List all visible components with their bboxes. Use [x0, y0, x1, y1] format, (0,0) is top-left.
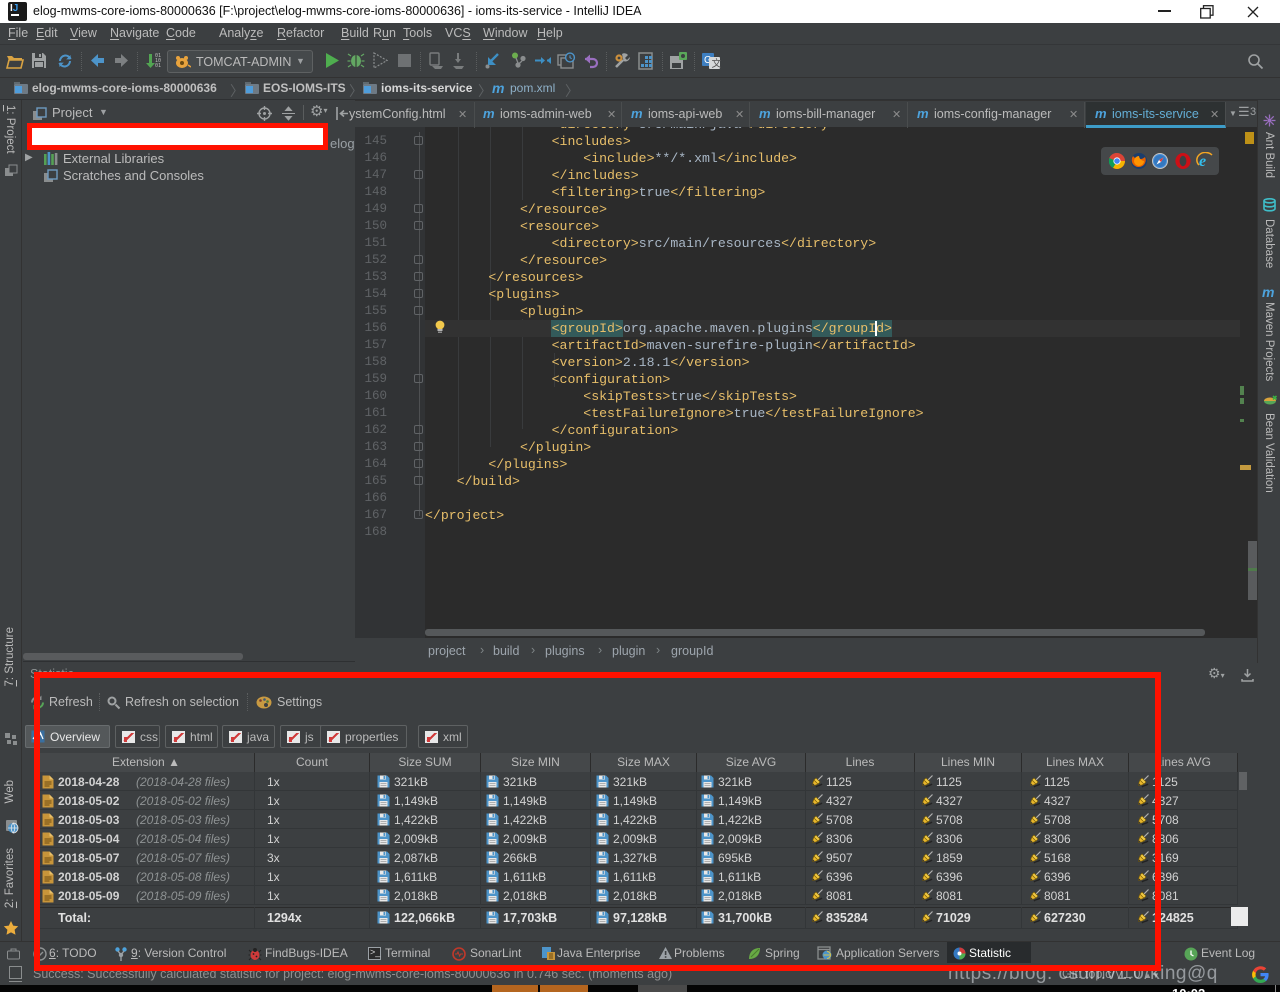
svg-text:e: e	[1199, 153, 1206, 169]
svg-text:文: 文	[712, 57, 722, 70]
svg-text:01: 01	[155, 63, 161, 69]
